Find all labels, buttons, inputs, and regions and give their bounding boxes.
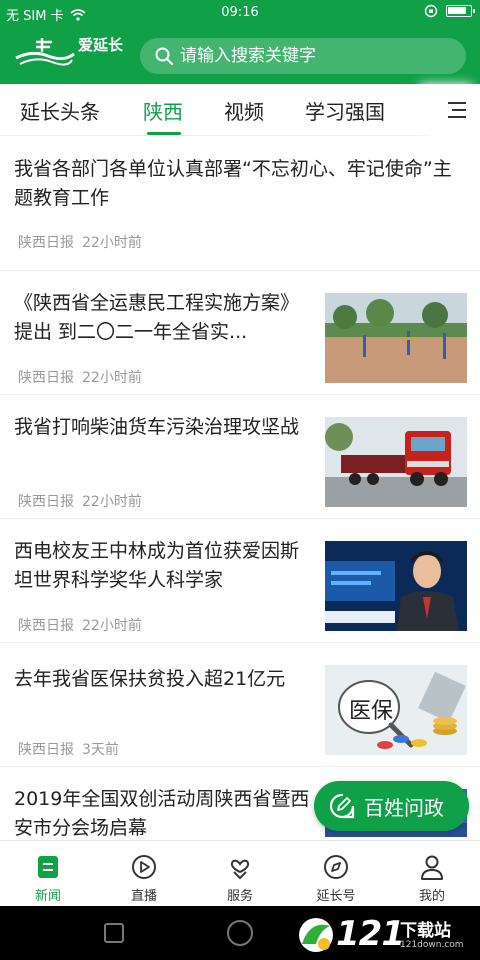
news-title: 西电校友王中林成为首位获爱因斯坦世界科学奖华人科学家 [14,540,300,591]
search-icon [155,47,174,66]
nav-news[interactable]: 新闻 [0,841,96,907]
news-icon [38,856,58,878]
site-watermark: 121 下载站 121down.com [296,912,476,958]
fitness-park-image [325,293,467,383]
person-icon [421,855,443,880]
tab-shaanxi[interactable]: 陕西 [143,96,183,125]
news-source: 陕西日报 [18,742,74,758]
news-meta: 陕西日报 22小时前 [18,491,142,511]
nav-yanchang-account[interactable]: 延长号 [288,841,384,907]
news-meta: 陕西日报 22小时前 [18,615,142,635]
news-item[interactable]: 我省打响柴油货车污染治理攻坚战 陕西日报 22小时前 [0,395,480,519]
news-time: 22小时前 [82,235,142,251]
medical-insurance-label: 医保 [349,699,394,724]
play-icon [132,855,156,879]
news-item[interactable]: 去年我省医保扶贫投入超21亿元 陕西日报 3天前 医保 [0,643,480,767]
bottom-nav: 新闻 直播 服务 延长号 我的 [0,840,480,906]
news-title: 我省打响柴油货车污染治理攻坚战 [14,416,300,438]
public-inquiry-button[interactable]: 百姓问政 [314,781,469,831]
nav-label: 我的 [418,889,445,904]
home-icon[interactable] [227,920,253,946]
news-meta: 陕西日报 22小时前 [18,367,142,387]
medical-insurance-image: 医保 [325,665,467,755]
watermark-text: 下载站 [400,921,451,941]
channel-tabs: 延长头条 陕西 视频 学习强国 [0,84,480,136]
edit-chat-icon [329,793,355,819]
news-title: 《陕西省全运惠民工程实施方案》提出 到二〇二一年全省实... [14,292,300,343]
nav-label: 直播 [130,889,157,904]
tab-yanchang-headlines[interactable]: 延长头条 [20,96,100,125]
status-right [424,4,475,18]
news-item[interactable]: 我省各部门各单位认真部署“不忘初心、牢记使命”主题教育工作 陕西日报 22小时前 [0,137,480,271]
news-meta: 陕西日报 22小时前 [18,232,142,252]
news-time: 22小时前 [82,494,142,510]
nav-label: 延长号 [316,889,356,904]
news-time: 3天前 [82,742,119,758]
recent-apps-icon[interactable] [104,923,124,943]
logo-text: 爱延长 [78,36,124,54]
battery-icon [446,5,475,17]
rotation-lock-icon [424,4,438,18]
status-bar: 无 SIM 卡 09:16 [0,0,480,26]
app-logo: 爱延长 [12,34,130,68]
nav-label: 服务 [226,889,253,904]
fab-label: 百姓问政 [364,796,444,820]
app-header: 无 SIM 卡 09:16 爱延长 [0,0,480,84]
news-meta: 陕西日报 3天前 [18,739,119,759]
nav-services[interactable]: 服务 [192,841,288,907]
news-source: 陕西日报 [18,370,74,386]
scientist-tv-image [325,541,467,631]
news-title: 我省各部门各单位认真部署“不忘初心、牢记使命”主题教育工作 [14,158,452,209]
watermark-url: 121down.com [400,940,464,950]
news-title: 2019年全国双创活动周陕西省暨西安市分会场启幕 [14,788,310,839]
channel-menu-icon[interactable] [446,101,468,119]
red-truck-image [325,417,467,507]
news-title: 去年我省医保扶贫投入超21亿元 [14,668,286,690]
watermark-logo-icon [299,918,333,952]
news-source: 陕西日报 [18,494,74,510]
nav-label: 新闻 [34,889,61,904]
news-time: 22小时前 [82,370,142,386]
search-bar[interactable] [140,38,466,74]
news-time: 22小时前 [82,618,142,634]
logo-mark-icon [15,38,75,66]
news-source: 陕西日报 [18,618,74,634]
watermark-number: 121 [336,914,405,954]
active-tab-indicator [147,132,181,135]
tab-xuexi-qiangguo[interactable]: 学习强国 [305,96,385,125]
search-input[interactable] [180,38,450,74]
tab-video[interactable]: 视频 [224,96,264,125]
news-item[interactable]: 《陕西省全运惠民工程实施方案》提出 到二〇二一年全省实... 陕西日报 22小时前 [0,271,480,395]
compass-icon [324,855,348,879]
nav-live[interactable]: 直播 [96,841,192,907]
news-item[interactable]: 西电校友王中林成为首位获爱因斯坦世界科学奖华人科学家 陕西日报 22小时前 [0,519,480,643]
news-source: 陕西日报 [18,235,74,251]
clock: 09:16 [221,5,259,20]
heart-hands-icon [230,859,250,880]
nav-profile[interactable]: 我的 [384,841,480,907]
